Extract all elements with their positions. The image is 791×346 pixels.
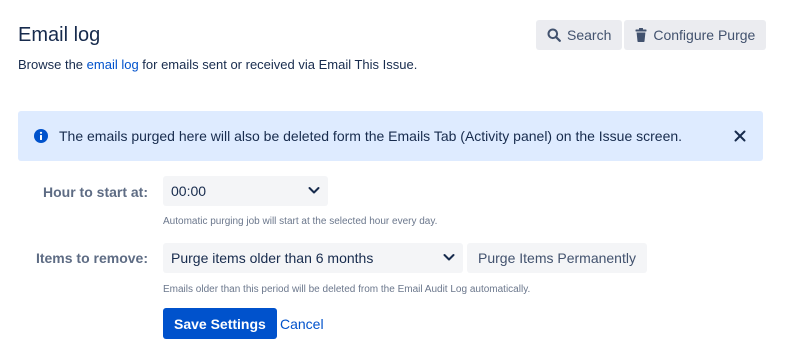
purge-permanently-button[interactable]: Purge Items Permanently: [467, 243, 647, 273]
items-select[interactable]: Purge items older than 6 months: [163, 243, 463, 273]
page-description: Browse the email log for emails sent or …: [18, 57, 417, 72]
banner-message: The emails purged here will also be dele…: [59, 128, 683, 144]
hour-label: Hour to start at:: [43, 184, 148, 200]
hour-select-value: 00:00: [171, 183, 207, 199]
email-log-page: Email log Browse the email log for email…: [0, 0, 791, 346]
email-log-link[interactable]: email log: [87, 57, 139, 72]
header-actions: Search Configure Purge: [536, 20, 767, 50]
chevron-down-icon: [307, 183, 321, 200]
configure-purge-button[interactable]: Configure Purge: [624, 20, 767, 50]
description-suffix: for emails sent or received via Email Th…: [138, 57, 418, 72]
page-title: Email log: [18, 24, 101, 46]
close-icon[interactable]: [730, 126, 750, 146]
chevron-down-icon: [442, 250, 456, 267]
cancel-link[interactable]: Cancel: [280, 316, 324, 332]
search-button[interactable]: Search: [536, 20, 623, 50]
description-prefix: Browse the: [18, 57, 87, 72]
items-help-text: Emails older than this period will be de…: [163, 284, 531, 295]
save-settings-button[interactable]: Save Settings: [163, 308, 277, 339]
trash-icon: [635, 28, 647, 42]
configure-purge-label: Configure Purge: [653, 27, 756, 43]
hour-help-text: Automatic purging job will start at the …: [163, 216, 438, 227]
hour-select[interactable]: 00:00: [163, 176, 328, 206]
items-label: Items to remove:: [35, 250, 148, 266]
search-button-label: Search: [567, 27, 612, 43]
info-icon: [34, 129, 48, 143]
search-icon: [547, 28, 561, 42]
info-banner: The emails purged here will also be dele…: [18, 111, 763, 161]
items-select-value: Purge items older than 6 months: [171, 250, 374, 266]
